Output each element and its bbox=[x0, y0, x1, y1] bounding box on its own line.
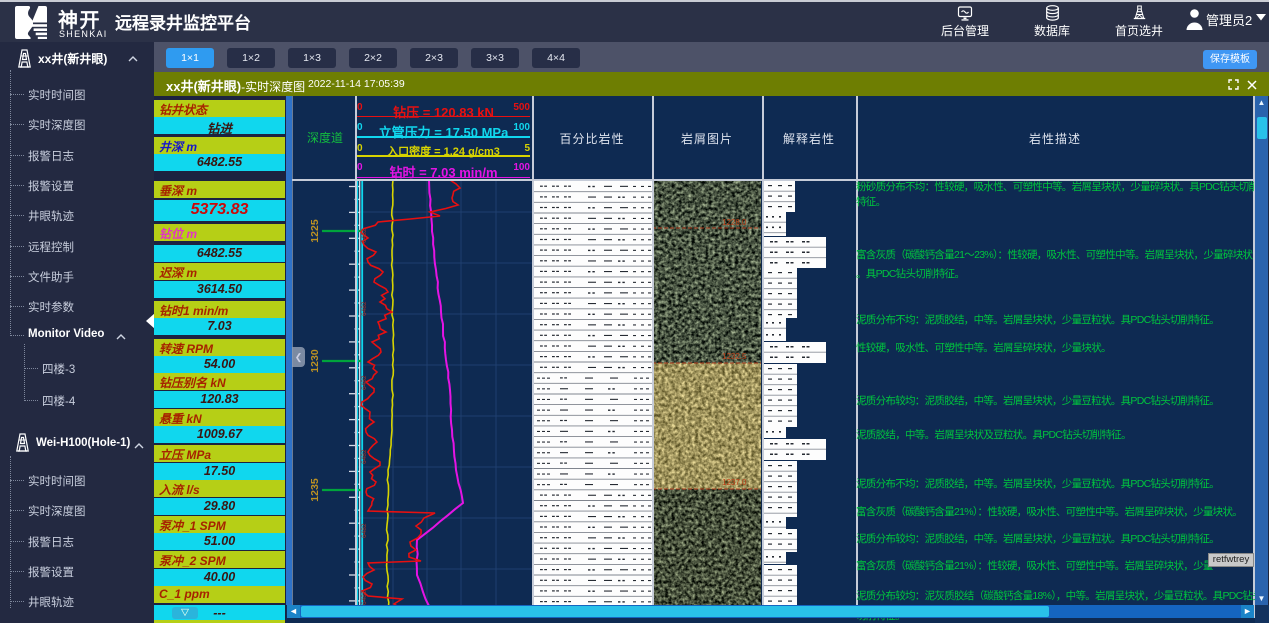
svg-text:6482: 6482 bbox=[361, 449, 368, 464]
svg-text:6482: 6482 bbox=[361, 301, 368, 316]
svg-text:6482: 6482 bbox=[361, 523, 368, 538]
svg-text:6482: 6482 bbox=[361, 590, 368, 605]
svg-text:6482: 6482 bbox=[361, 228, 368, 243]
svg-text:6482: 6482 bbox=[361, 375, 368, 390]
